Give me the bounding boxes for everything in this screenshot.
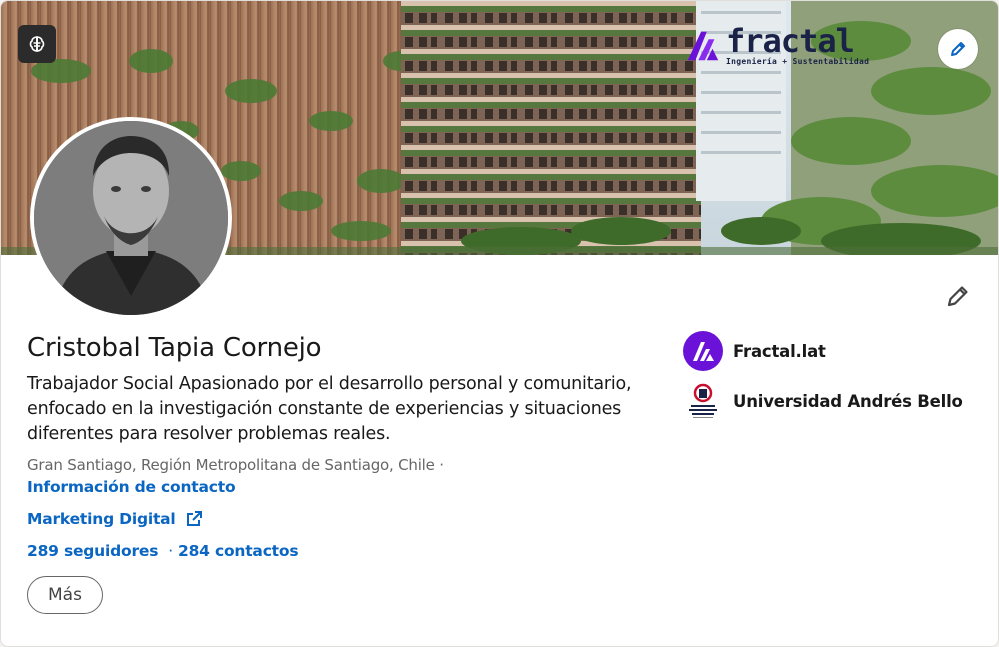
profile-headline: Trabajador Social Apasionado por el desa… [27,374,632,444]
profile-name: Cristobal Tapia Cornejo [27,333,322,363]
followers-link[interactable]: 289 seguidores [27,542,158,560]
unab-logo-icon [683,381,723,421]
profile-location: Gran Santiago, Región Metropolitana de S… [27,456,444,474]
org-name-fractal: Fractal.lat [733,341,826,361]
network-stats: 289 seguidores · 284 contactos [27,542,299,560]
website-link[interactable]: Marketing Digital [27,510,203,528]
contact-info-link[interactable]: Información de contacto [27,478,236,496]
profile-card: fractal Ingeniería + Sustentabilidad Cri… [0,0,999,647]
stats-separator: · [168,542,173,560]
pencil-icon [947,286,968,307]
connections-link[interactable]: 284 contactos [178,542,299,560]
avatar-photo [34,121,228,315]
fractal-brand-logo [687,31,719,61]
edit-banner-button[interactable] [938,29,978,69]
website-label: Marketing Digital [27,510,176,528]
pencil-icon [951,42,965,56]
org-item-fractal[interactable]: Fractal.lat [683,331,963,371]
brand-tagline: Ingeniería + Sustentabilidad [726,57,870,66]
profile-avatar[interactable] [30,117,232,319]
brain-icon [29,36,45,52]
external-link-icon [185,510,203,528]
org-item-unab[interactable]: Universidad Andrés Bello [683,381,963,421]
brand-name: fractal [726,22,855,60]
brain-badge-button[interactable] [18,25,56,63]
more-button[interactable]: Más [27,576,103,614]
fractal-logo-icon [683,331,723,371]
edit-profile-button[interactable] [942,280,974,312]
profile-organizations: Fractal.lat Universidad Andrés Bello [683,331,963,431]
banner-brand: fractal Ingeniería + Sustentabilidad [684,25,869,66]
org-name-unab: Universidad Andrés Bello [733,391,963,411]
